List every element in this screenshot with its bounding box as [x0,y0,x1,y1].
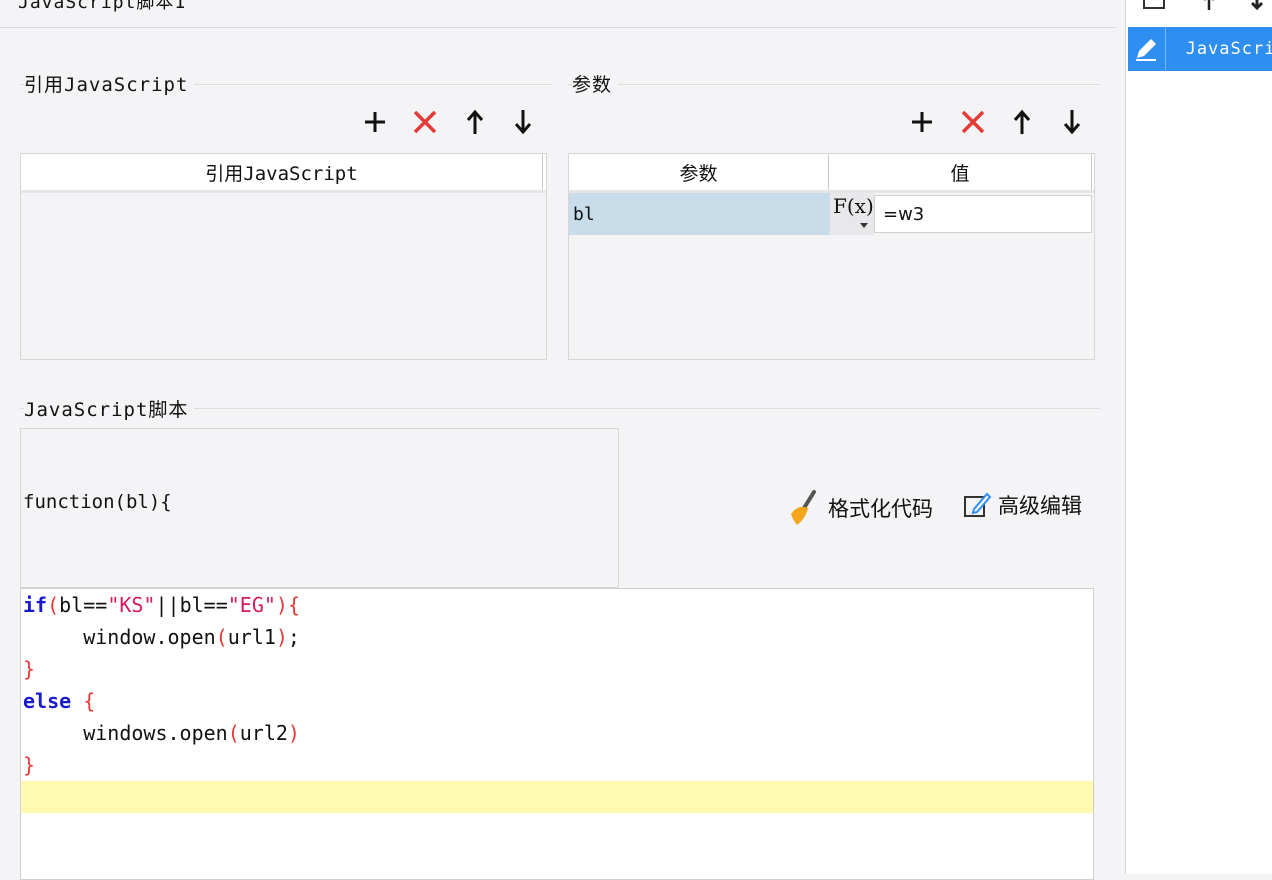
list-item-label: JavaScript [1185,39,1272,59]
fx-icon: F(x) [833,194,874,218]
code-token: ) [275,625,288,649]
delete-x-icon [961,110,985,134]
code-editor[interactable]: if(bl=="KS"||bl=="EG"){ window.open(url1… [20,588,1094,880]
code-token: ( [227,721,240,745]
pencil-icon [1128,27,1166,71]
code-token: bl== [59,593,108,617]
param-value-input[interactable]: =w3 [874,195,1092,233]
window-title: JavaScript脚本1 [18,0,187,13]
plus-icon [912,112,932,132]
broom-icon [791,490,816,525]
code-token: "EG" [227,593,276,617]
code-line-5: windows.open(url2) [23,717,300,749]
window-title-bar: JavaScript脚本1 [0,0,1116,28]
dropdown-arrow-icon [860,223,868,228]
current-line-highlight [21,781,1093,813]
code-token: ( [215,625,228,649]
code-token: ||bl== [155,593,228,617]
copy-icon[interactable] [1142,0,1166,12]
format-code-label: 格式化代码 [828,497,933,521]
params-table[interactable]: 参数 值 bl F(x) =w3 [568,153,1095,360]
list-item-javascript[interactable]: JavaScript [1128,27,1272,71]
format-code-button[interactable]: 格式化代码 [788,490,933,526]
code-token: if [23,593,48,617]
plus-icon [365,112,385,132]
code-token: ){ [275,593,300,617]
code-line-1: if(bl=="KS"||bl=="EG"){ [23,589,300,621]
params-move-down-button[interactable] [1057,104,1087,140]
ref-js-add-button[interactable] [360,104,390,140]
advanced-edit-label: 高级编辑 [998,494,1082,518]
advanced-edit-button[interactable]: 高级编辑 [962,490,1082,520]
edit-icon [964,492,992,517]
arrow-up-icon [466,109,484,134]
arrow-down-icon [1063,110,1081,135]
code-line-3: } [23,657,36,681]
formula-button[interactable]: F(x) [830,193,874,235]
param-name-column-header[interactable]: 参数 [569,154,829,190]
ref-js-column-header[interactable]: 引用JavaScript [21,154,543,190]
arrow-down-icon [514,110,532,135]
code-token: "KS" [107,593,156,617]
ref-js-delete-button[interactable] [410,104,440,140]
code-token: url2 [239,721,288,745]
code-token: window.open [23,625,216,649]
code-token: else [23,689,72,713]
function-signature: function(bl){ [23,491,172,513]
script-section-title: JavaScript脚本 [24,395,195,422]
params-table-header: 参数 值 [569,154,1094,193]
code-line-6: } [23,753,36,777]
code-line-4: else { [23,685,95,717]
ref-js-move-down-button[interactable] [508,104,538,140]
params-divider [568,84,1100,85]
function-signature-panel: function(bl){ [20,428,619,588]
code-token: windows.open [23,721,228,745]
param-name-cell[interactable]: bl [569,193,830,235]
param-value-column-header[interactable]: 值 [829,154,1092,190]
code-token: { [71,689,96,713]
delete-x-icon [413,110,437,134]
ref-js-table-header: 引用JavaScript [21,154,546,193]
ref-js-table[interactable]: 引用JavaScript [20,153,547,360]
code-token: ; [287,625,300,649]
code-token: ) [287,721,300,745]
params-add-button[interactable] [907,104,937,140]
params-delete-button[interactable] [958,104,988,140]
arrow-up-icon[interactable] [1202,0,1216,10]
right-panel: JavaScript [1125,0,1272,874]
params-move-up-button[interactable] [1007,104,1037,140]
arrow-down-icon[interactable] [1250,0,1264,10]
code-line-2: window.open(url1); [23,621,300,653]
arrow-up-icon [1013,109,1031,134]
table-row[interactable]: bl F(x) =w3 [569,193,1094,235]
ref-js-move-up-button[interactable] [460,104,490,140]
code-token: ( [47,593,60,617]
params-section-title: 参数 [572,70,619,97]
code-token: url1 [227,625,276,649]
ref-js-section-title: 引用JavaScript [24,70,195,97]
